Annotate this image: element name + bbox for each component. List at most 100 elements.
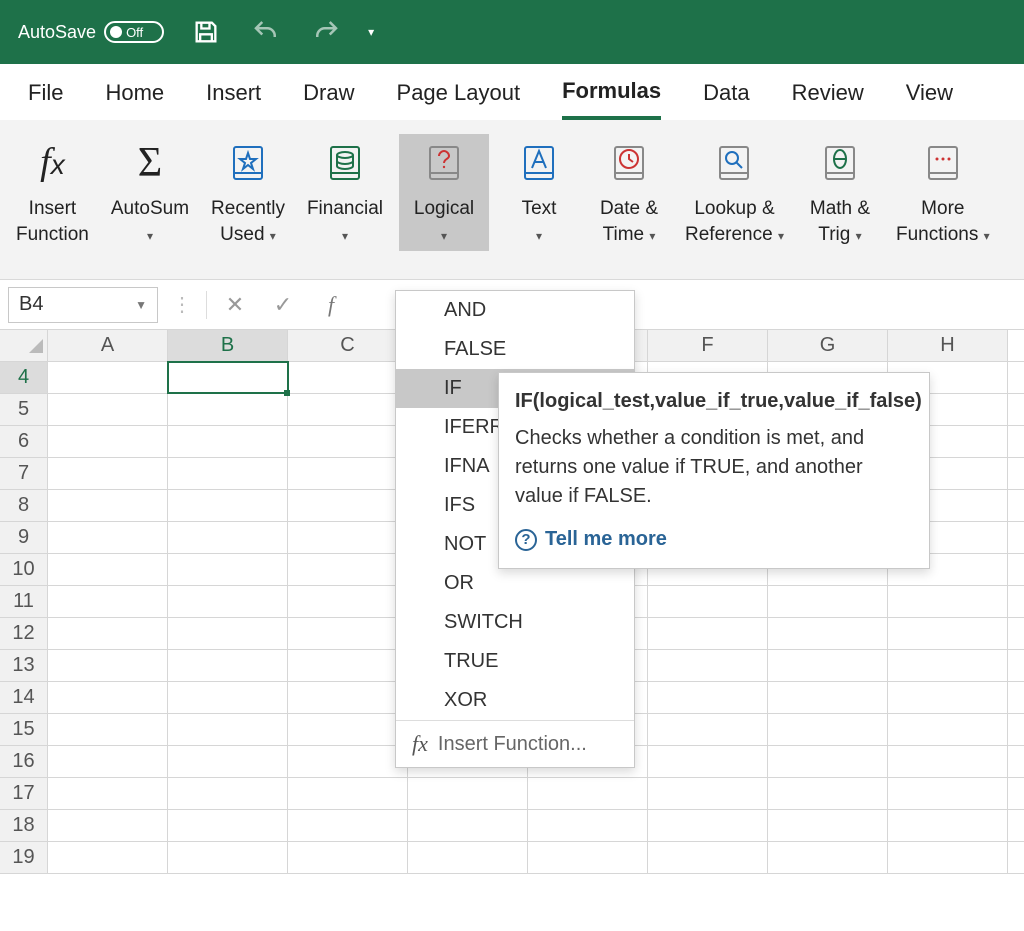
date-time-button[interactable]: Date & Time ▾ <box>589 134 669 251</box>
cell-A18[interactable] <box>48 810 168 841</box>
cell-H18[interactable] <box>888 810 1008 841</box>
cell-F11[interactable] <box>648 586 768 617</box>
col-header-A[interactable]: A <box>48 330 168 361</box>
cell-B15[interactable] <box>168 714 288 745</box>
redo-icon[interactable] <box>308 14 344 50</box>
autosave-toggle[interactable]: AutoSave Off <box>18 21 164 43</box>
cell-B8[interactable] <box>168 490 288 521</box>
cell-A12[interactable] <box>48 618 168 649</box>
row-header-18[interactable]: 18 <box>0 810 48 841</box>
row-header-15[interactable]: 15 <box>0 714 48 745</box>
cell-B19[interactable] <box>168 842 288 873</box>
tab-insert[interactable]: Insert <box>206 80 261 118</box>
cell-D18[interactable] <box>408 810 528 841</box>
cell-H15[interactable] <box>888 714 1008 745</box>
cancel-icon[interactable]: ✕ <box>215 292 255 318</box>
select-all-corner[interactable] <box>0 330 48 361</box>
cell-B11[interactable] <box>168 586 288 617</box>
cell-H12[interactable] <box>888 618 1008 649</box>
cell-D17[interactable] <box>408 778 528 809</box>
cell-C19[interactable] <box>288 842 408 873</box>
cell-F12[interactable] <box>648 618 768 649</box>
cell-H16[interactable] <box>888 746 1008 777</box>
row-header-10[interactable]: 10 <box>0 554 48 585</box>
cell-A11[interactable] <box>48 586 168 617</box>
cell-C18[interactable] <box>288 810 408 841</box>
cell-F15[interactable] <box>648 714 768 745</box>
tell-me-more-link[interactable]: ? Tell me more <box>515 525 913 554</box>
lookup-reference-button[interactable]: Lookup & Reference ▾ <box>679 134 790 251</box>
cell-A10[interactable] <box>48 554 168 585</box>
tab-data[interactable]: Data <box>703 80 749 118</box>
tab-formulas[interactable]: Formulas <box>562 78 661 120</box>
row-header-16[interactable]: 16 <box>0 746 48 777</box>
cell-F16[interactable] <box>648 746 768 777</box>
cell-C7[interactable] <box>288 458 408 489</box>
col-header-H[interactable]: H <box>888 330 1008 361</box>
cell-A16[interactable] <box>48 746 168 777</box>
cell-G17[interactable] <box>768 778 888 809</box>
quick-access-customize-icon[interactable]: ▾ <box>368 25 374 39</box>
cell-C11[interactable] <box>288 586 408 617</box>
menu-item-true[interactable]: TRUE <box>396 642 634 681</box>
cell-F13[interactable] <box>648 650 768 681</box>
cell-E17[interactable] <box>528 778 648 809</box>
accept-icon[interactable]: ✓ <box>263 292 303 318</box>
menu-item-xor[interactable]: XOR <box>396 681 634 720</box>
cell-A5[interactable] <box>48 394 168 425</box>
cell-C8[interactable] <box>288 490 408 521</box>
cell-E19[interactable] <box>528 842 648 873</box>
cell-B14[interactable] <box>168 682 288 713</box>
cell-G15[interactable] <box>768 714 888 745</box>
cell-A7[interactable] <box>48 458 168 489</box>
cell-B16[interactable] <box>168 746 288 777</box>
cell-F17[interactable] <box>648 778 768 809</box>
row-header-4[interactable]: 4 <box>0 362 48 393</box>
cell-G16[interactable] <box>768 746 888 777</box>
logical-button[interactable]: Logical▾ <box>399 134 489 251</box>
cell-E18[interactable] <box>528 810 648 841</box>
cell-G19[interactable] <box>768 842 888 873</box>
col-header-B[interactable]: B <box>168 330 288 361</box>
cell-B9[interactable] <box>168 522 288 553</box>
cell-A4[interactable] <box>48 362 168 393</box>
cell-A14[interactable] <box>48 682 168 713</box>
menu-item-false[interactable]: FALSE <box>396 330 634 369</box>
cell-B12[interactable] <box>168 618 288 649</box>
cell-B4[interactable] <box>168 362 288 393</box>
cell-G11[interactable] <box>768 586 888 617</box>
financial-button[interactable]: Financial▾ <box>301 134 389 251</box>
cell-C4[interactable] <box>288 362 408 393</box>
cell-A13[interactable] <box>48 650 168 681</box>
cell-C16[interactable] <box>288 746 408 777</box>
col-header-G[interactable]: G <box>768 330 888 361</box>
col-header-C[interactable]: C <box>288 330 408 361</box>
tab-home[interactable]: Home <box>105 80 164 118</box>
cell-B10[interactable] <box>168 554 288 585</box>
row-header-14[interactable]: 14 <box>0 682 48 713</box>
cell-A6[interactable] <box>48 426 168 457</box>
row-header-11[interactable]: 11 <box>0 586 48 617</box>
row-header-12[interactable]: 12 <box>0 618 48 649</box>
tab-review[interactable]: Review <box>792 80 864 118</box>
row-header-5[interactable]: 5 <box>0 394 48 425</box>
row-header-19[interactable]: 19 <box>0 842 48 873</box>
undo-icon[interactable] <box>248 14 284 50</box>
cell-C13[interactable] <box>288 650 408 681</box>
cell-G14[interactable] <box>768 682 888 713</box>
tab-view[interactable]: View <box>906 80 953 118</box>
cell-H14[interactable] <box>888 682 1008 713</box>
tab-draw[interactable]: Draw <box>303 80 354 118</box>
cell-B18[interactable] <box>168 810 288 841</box>
cell-A19[interactable] <box>48 842 168 873</box>
cell-C9[interactable] <box>288 522 408 553</box>
menu-item-or[interactable]: OR <box>396 564 634 603</box>
cell-H13[interactable] <box>888 650 1008 681</box>
cell-C15[interactable] <box>288 714 408 745</box>
autosum-button[interactable]: Σ AutoSum▾ <box>105 134 195 251</box>
cell-D19[interactable] <box>408 842 528 873</box>
math-trig-button[interactable]: Math & Trig ▾ <box>800 134 880 251</box>
cell-C5[interactable] <box>288 394 408 425</box>
cell-B7[interactable] <box>168 458 288 489</box>
autosave-switch[interactable]: Off <box>104 21 164 43</box>
